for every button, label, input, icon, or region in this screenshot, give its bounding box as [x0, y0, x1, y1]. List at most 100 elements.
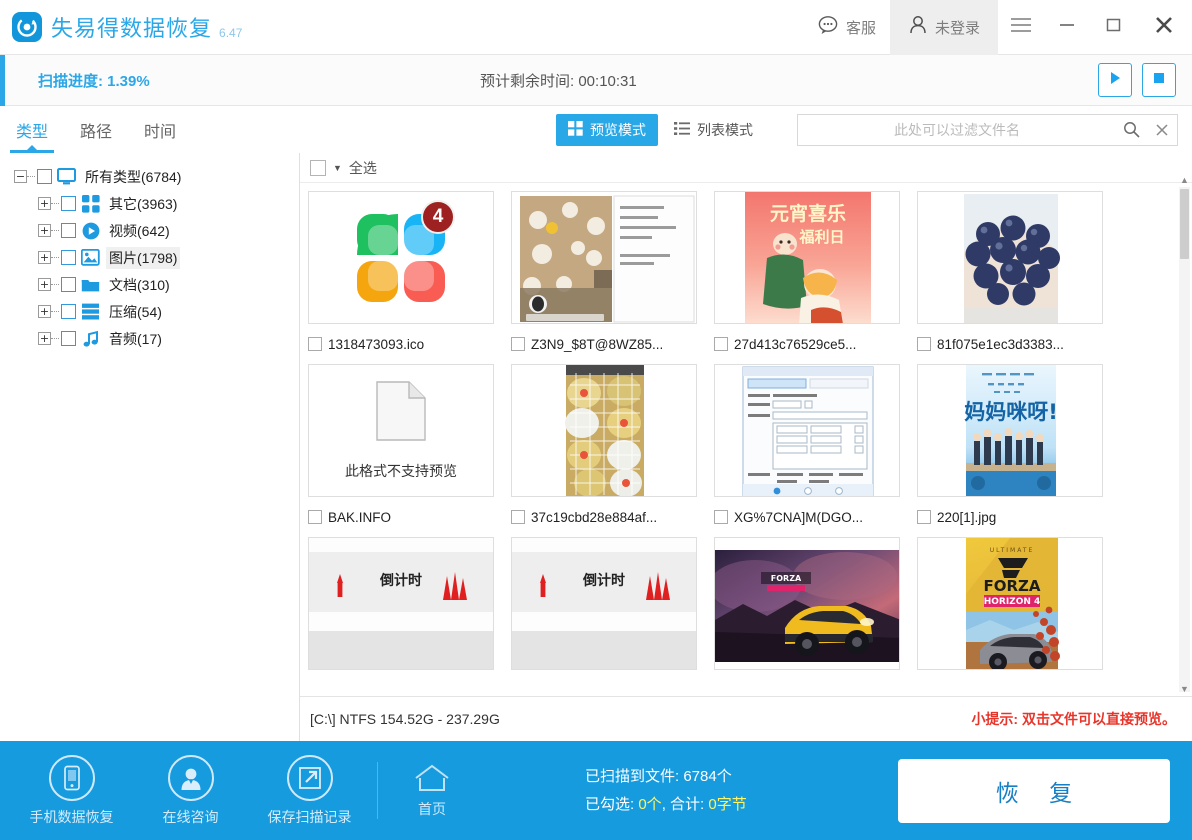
file-thumbnail[interactable]: 4	[308, 191, 494, 324]
minimize-button[interactable]	[1044, 0, 1090, 55]
hamburger-icon	[1009, 16, 1033, 39]
file-cell[interactable]: Z3N9_$8T@8WZ85...	[511, 191, 714, 364]
file-name-row[interactable]: XG%7CNA]M(DGO...	[714, 497, 917, 537]
tree-item-audio[interactable]: + 音频(17)	[8, 325, 299, 352]
tab-time[interactable]: 时间	[128, 106, 192, 153]
file-grid-scroll-area[interactable]: 4 1318473093.ico	[300, 183, 1192, 696]
maximize-button[interactable]	[1090, 0, 1136, 55]
file-name-row[interactable]: 27d413c76529ce5...	[714, 324, 917, 364]
tree-expand-toggle-document[interactable]: +	[38, 278, 51, 291]
tree-label-all-types: 所有类型(6784)	[82, 166, 184, 188]
svg-text:福利日: 福利日	[798, 228, 844, 246]
file-checkbox[interactable]	[308, 337, 322, 351]
file-checkbox[interactable]	[511, 337, 525, 351]
tree-checkbox-all-types[interactable]	[37, 169, 52, 184]
file-name-row[interactable]	[917, 670, 1120, 696]
tree-item-image[interactable]: + 图片(1798)	[8, 244, 299, 271]
file-cell[interactable]: ULTIMATE FORZA HORIZON 4	[917, 537, 1120, 696]
file-cell[interactable]: XG%7CNA]M(DGO...	[714, 364, 917, 537]
tab-path[interactable]: 路径	[64, 106, 128, 153]
clear-search-icon[interactable]	[1147, 122, 1177, 138]
file-checkbox[interactable]	[308, 510, 322, 524]
support-button[interactable]: 客服	[803, 0, 890, 55]
file-cell[interactable]: 倒计时	[511, 537, 714, 696]
tab-type[interactable]: 类型	[0, 106, 64, 153]
file-name-row[interactable]: 1318473093.ico	[308, 324, 511, 364]
tree-item-all-types[interactable]: − 所有类型(6784)	[8, 163, 299, 190]
list-mode-button[interactable]: 列表模式	[662, 114, 765, 146]
tree-item-other[interactable]: + 其它(3963)	[8, 190, 299, 217]
pause-resume-button[interactable]	[1098, 63, 1132, 97]
file-thumbnail[interactable]: FORZA	[714, 537, 900, 670]
scroll-up-caret-icon[interactable]: ▲	[1179, 175, 1190, 185]
tree-expand-toggle-video[interactable]: +	[38, 224, 51, 237]
file-grid-scrollbar[interactable]: ▲ ▼	[1179, 187, 1190, 692]
close-button[interactable]	[1136, 0, 1192, 55]
home-button[interactable]: 首页	[394, 763, 470, 819]
chevron-down-icon[interactable]: ▼	[333, 163, 342, 173]
phone-recovery-button[interactable]: 手机数据恢复	[12, 755, 131, 827]
file-cell[interactable]: 倒计时	[308, 537, 511, 696]
file-thumbnail[interactable]	[511, 191, 697, 324]
search-input[interactable]	[798, 115, 1116, 145]
preview-mode-button[interactable]: 预览模式	[556, 114, 658, 146]
file-cell[interactable]: 37c19cbd28e884af...	[511, 364, 714, 537]
title-bar: 失易得数据恢复 6.47 客服	[0, 0, 1192, 55]
menu-button[interactable]	[998, 0, 1044, 55]
scrollbar-thumb[interactable]	[1180, 189, 1189, 259]
file-thumbnail[interactable]: 妈妈咪呀!	[917, 364, 1103, 497]
tree-expand-toggle-archive[interactable]: +	[38, 305, 51, 318]
file-name-row[interactable]	[511, 670, 714, 696]
file-cell[interactable]: 此格式不支持预览 BAK.INFO	[308, 364, 511, 537]
file-cell[interactable]: 元宵喜乐 福利日	[714, 191, 917, 364]
file-name-row[interactable]: BAK.INFO	[308, 497, 511, 537]
file-name-row[interactable]	[308, 670, 511, 696]
tree-expand-toggle-other[interactable]: +	[38, 197, 51, 210]
online-consult-button[interactable]: 在线咨询	[131, 755, 250, 827]
file-cell[interactable]: 81f075e1ec3d3383...	[917, 191, 1120, 364]
file-name: 1318473093.ico	[328, 337, 424, 352]
account-button[interactable]: 未登录	[890, 0, 998, 55]
tree-checkbox-audio[interactable]	[61, 331, 76, 346]
search-icon[interactable]	[1116, 121, 1147, 138]
file-checkbox[interactable]	[714, 337, 728, 351]
file-checkbox[interactable]	[714, 510, 728, 524]
file-name-row[interactable]: 37c19cbd28e884af...	[511, 497, 714, 537]
stop-button[interactable]	[1142, 63, 1176, 97]
notification-badge: 4	[421, 200, 455, 234]
tab-path-label: 路径	[80, 118, 112, 142]
file-checkbox[interactable]	[511, 510, 525, 524]
tree-checkbox-video[interactable]	[61, 223, 76, 238]
file-thumbnail[interactable]	[714, 364, 900, 497]
save-scan-record-button[interactable]: 保存扫描记录	[250, 755, 369, 827]
tree-expand-toggle-audio[interactable]: +	[38, 332, 51, 345]
file-checkbox[interactable]	[917, 337, 931, 351]
file-cell[interactable]: 4 1318473093.ico	[308, 191, 511, 364]
scroll-down-caret-icon[interactable]: ▼	[1179, 684, 1190, 694]
file-cell[interactable]: FORZA	[714, 537, 917, 696]
file-thumbnail[interactable]: 倒计时	[308, 537, 494, 670]
recover-button[interactable]: 恢 复	[898, 759, 1170, 823]
file-name-row[interactable]: 220[1].jpg	[917, 497, 1120, 537]
file-name-row[interactable]	[714, 670, 917, 696]
file-checkbox[interactable]	[917, 510, 931, 524]
tree-checkbox-other[interactable]	[61, 196, 76, 211]
tree-checkbox-document[interactable]	[61, 277, 76, 292]
tree-item-archive[interactable]: + 压缩(54)	[8, 298, 299, 325]
file-thumbnail[interactable]: 元宵喜乐 福利日	[714, 191, 900, 324]
tree-expand-toggle-image[interactable]: +	[38, 251, 51, 264]
tree-item-document[interactable]: + 文档(310)	[8, 271, 299, 298]
file-cell[interactable]: 妈妈咪呀!	[917, 364, 1120, 537]
file-thumbnail[interactable]: 此格式不支持预览	[308, 364, 494, 497]
tree-item-video[interactable]: + 视频(642)	[8, 217, 299, 244]
file-thumbnail[interactable]	[511, 364, 697, 497]
file-thumbnail[interactable]: ULTIMATE FORZA HORIZON 4	[917, 537, 1103, 670]
file-thumbnail[interactable]	[917, 191, 1103, 324]
tree-checkbox-image[interactable]	[61, 250, 76, 265]
file-name-row[interactable]: Z3N9_$8T@8WZ85...	[511, 324, 714, 364]
tree-collapse-toggle[interactable]: −	[14, 170, 27, 183]
file-thumbnail[interactable]: 倒计时	[511, 537, 697, 670]
tree-checkbox-archive[interactable]	[61, 304, 76, 319]
file-name-row[interactable]: 81f075e1ec3d3383...	[917, 324, 1120, 364]
select-all-checkbox[interactable]	[310, 160, 326, 176]
